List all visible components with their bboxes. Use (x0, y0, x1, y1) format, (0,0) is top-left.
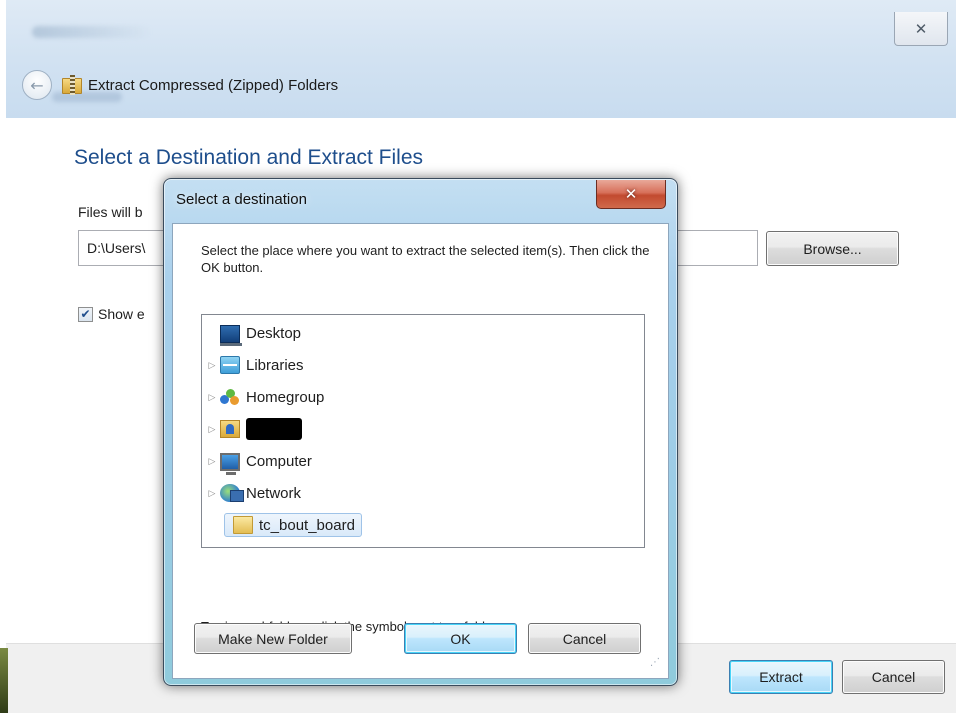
wizard-cancel-button[interactable]: Cancel (842, 660, 945, 694)
tree-item-label: Desktop (246, 324, 302, 342)
resize-grip-icon[interactable]: ⋰ (650, 657, 660, 668)
tree-item-desktop[interactable]: Desktop (206, 319, 301, 347)
expand-arrow-icon[interactable]: ▷ (206, 456, 218, 467)
tree-item-label: Network (246, 484, 302, 502)
wizard-header: ← Extract Compressed (Zipped) Folders (6, 54, 956, 116)
files-destination-label: Files will b (78, 204, 143, 220)
dialog-cancel-button[interactable]: Cancel (528, 623, 641, 654)
expand-arrow-icon[interactable]: ▷ (206, 424, 218, 435)
show-files-label: Show e (98, 306, 145, 322)
ok-button[interactable]: OK (404, 623, 517, 654)
back-arrow-icon: ← (30, 75, 44, 95)
tree-item-label: tc_bout_board (259, 516, 355, 534)
page-title: Select a Destination and Extract Files (74, 146, 424, 169)
expand-arrow-icon[interactable]: ▷ (206, 488, 218, 499)
tree-item-label: Libraries (246, 356, 304, 374)
close-icon: ✕ (914, 19, 928, 38)
tree-item-user-folder[interactable]: ▷ (206, 415, 302, 443)
dialog-title: Select a destination (176, 191, 307, 208)
dialog-close-button[interactable]: ✕ (596, 180, 666, 209)
title-bar-blur (32, 26, 152, 38)
tree-item-computer[interactable]: ▷ Computer (206, 447, 312, 475)
wizard-close-button[interactable]: ✕ (894, 12, 948, 46)
tree-item-tc-bout-board[interactable]: tc_bout_board (224, 511, 362, 539)
redacted-label (246, 418, 302, 440)
extract-button[interactable]: Extract (729, 660, 833, 694)
folder-icon (233, 516, 253, 534)
tree-item-libraries[interactable]: ▷ Libraries (206, 351, 304, 379)
close-icon: ✕ (624, 185, 638, 203)
show-files-checkbox[interactable]: ✔ (78, 306, 93, 322)
dialog-body: Select the place where you want to extra… (172, 223, 669, 679)
zip-folder-icon (62, 75, 82, 95)
tree-item-label: Homegroup (246, 388, 325, 406)
dialog-instructions: Select the place where you want to extra… (201, 243, 650, 275)
back-button[interactable]: ← (22, 70, 52, 100)
folder-tree[interactable]: Desktop ▷ Libraries ▷ Homegroup ▷ ▷ Comp… (201, 314, 645, 548)
libraries-icon (220, 356, 240, 374)
tree-item-network[interactable]: ▷ Network (206, 479, 301, 507)
homegroup-icon (220, 388, 240, 406)
desktop-icon (220, 325, 242, 346)
make-new-folder-button[interactable]: Make New Folder (194, 623, 352, 654)
tree-item-homegroup[interactable]: ▷ Homegroup (206, 383, 325, 411)
show-files-checkbox-row[interactable]: ✔ Show e (78, 306, 145, 322)
computer-icon (220, 453, 240, 475)
expand-arrow-icon[interactable]: ▷ (206, 360, 218, 371)
browse-button[interactable]: Browse... (766, 231, 899, 266)
network-icon (220, 484, 244, 502)
background-window-edge (0, 648, 8, 713)
expand-arrow-icon[interactable]: ▷ (206, 392, 218, 403)
select-destination-dialog: Select a destination ✕ Select the place … (163, 178, 678, 686)
wizard-title: Extract Compressed (Zipped) Folders (88, 76, 339, 94)
tree-item-label: Computer (246, 452, 312, 470)
user-folder-icon (220, 420, 240, 438)
